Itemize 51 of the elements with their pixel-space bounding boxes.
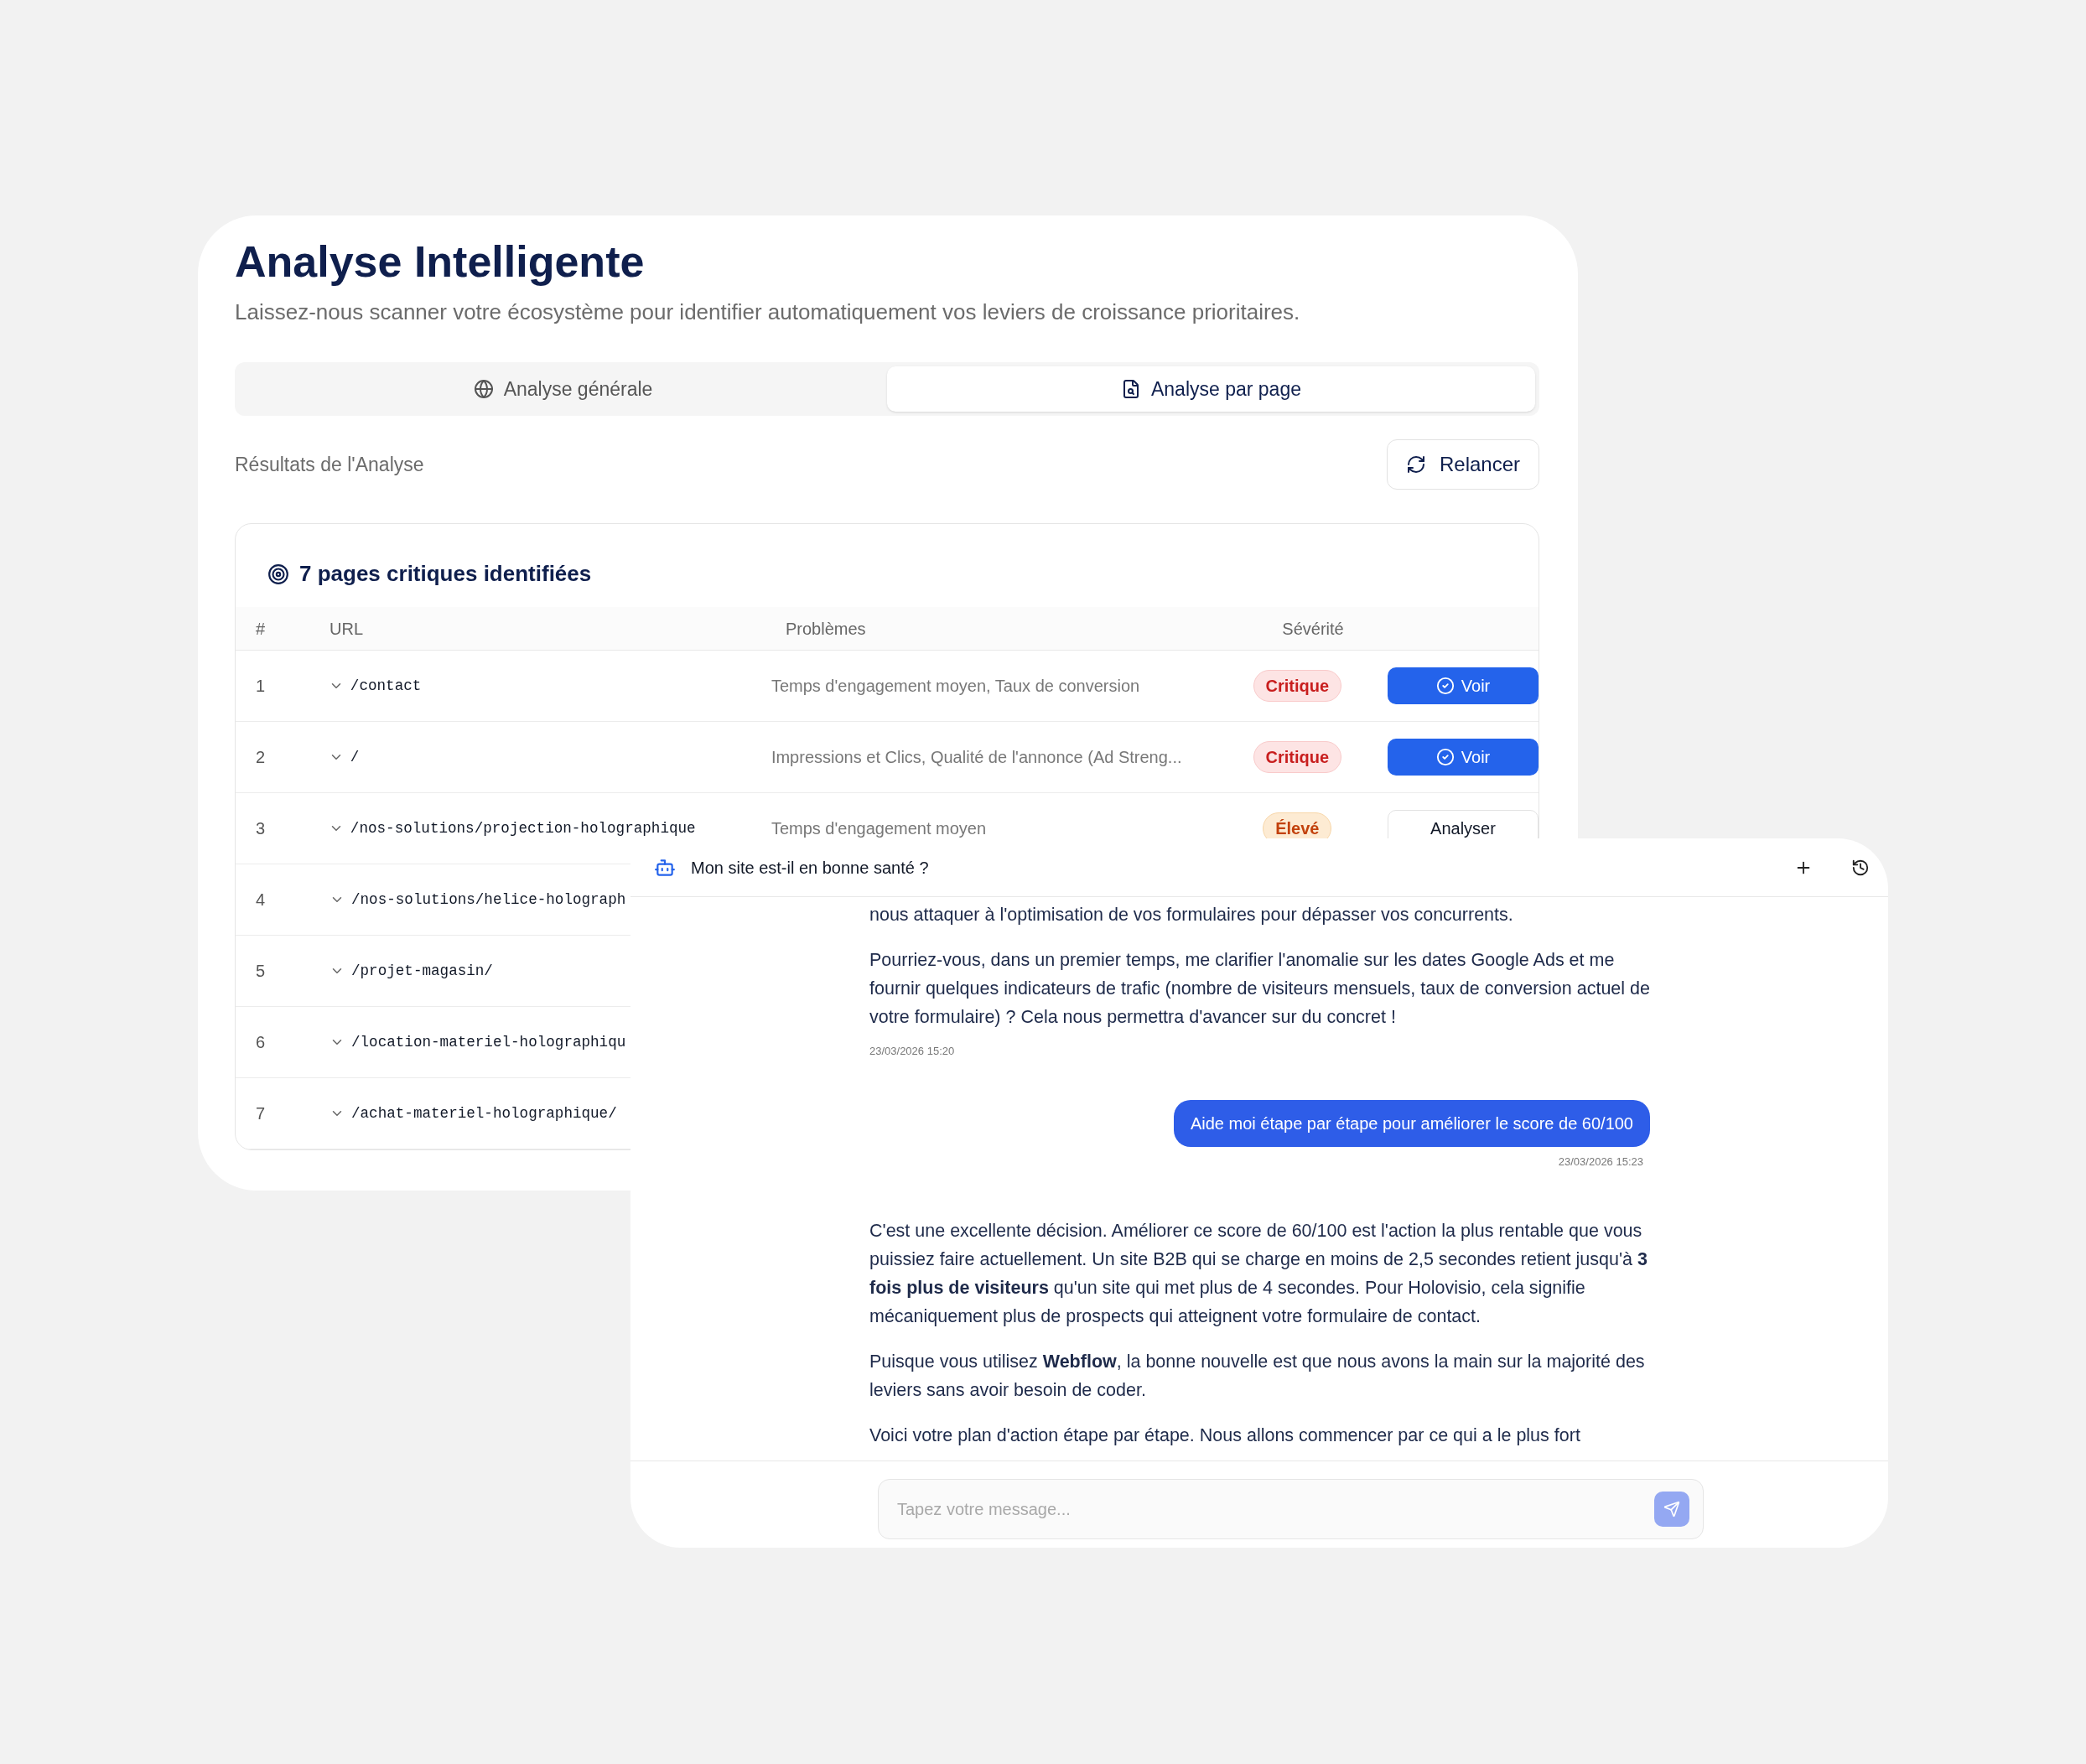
problems-text: Temps d'engagement moyen bbox=[770, 818, 988, 839]
refresh-icon bbox=[1405, 454, 1426, 475]
target-icon bbox=[267, 563, 289, 585]
send-icon bbox=[1663, 1501, 1680, 1518]
assistant-message: Pourriez-vous, dans un premier temps, me clarifier l'anomalie sur les dates Google Ads et me fournir quelques indicateurs de trafic (nombre de visiteurs mensuels, taux de conversion actuel de votre formulaire) ? Cela nous permettra d'avancer sur du concret ! bbox=[869, 949, 1650, 1029]
assistant-message: Voici votre plan d'action étape par étape. Nous allons commencer par ce qui a le plus fort bbox=[869, 1424, 1581, 1447]
chat-title: Mon site est-il en bonne santé ? bbox=[691, 857, 930, 879]
column-header: URL bbox=[329, 618, 364, 640]
page-title: Analyse Intelligente bbox=[235, 236, 646, 288]
page-url: / bbox=[350, 747, 360, 767]
view-button[interactable]: Voir bbox=[1388, 667, 1539, 704]
rerun-button[interactable]: Relancer bbox=[1386, 439, 1539, 490]
row-number: 7 bbox=[255, 1103, 267, 1124]
page-url: /location-materiel-holographiqu bbox=[351, 1032, 626, 1052]
row-number: 6 bbox=[255, 1032, 267, 1053]
page-url: /projet-magasin/ bbox=[351, 961, 493, 981]
check-circle-icon bbox=[1435, 677, 1455, 695]
view-button[interactable]: Voir bbox=[1388, 739, 1539, 776]
card-heading: 7 pages critiques identifiées bbox=[299, 560, 592, 588]
user-message: Aide moi étape par étape pour améliorer le score de 60/100 bbox=[1173, 1099, 1650, 1147]
page-subtitle: Laissez-nous scanner votre écosystème pour identifier automatiquement vos leviers de croissance prioritaires. bbox=[235, 298, 1301, 326]
message-time: 23/03/2026 15:20 bbox=[869, 1044, 956, 1059]
page-url: /contact bbox=[350, 676, 422, 696]
column-header: Problèmes bbox=[785, 618, 867, 640]
tab[interactable]: Analyse par page bbox=[887, 366, 1535, 412]
message-field[interactable]: Tapez votre message... bbox=[897, 1497, 1654, 1522]
page-url: /nos-solutions/helice-holograph bbox=[351, 890, 626, 910]
history-icon[interactable] bbox=[1851, 858, 1870, 877]
row-number: 3 bbox=[255, 818, 267, 839]
column-header: # bbox=[255, 618, 267, 640]
row-number: 5 bbox=[255, 961, 267, 982]
tab[interactable]: Analyse générale bbox=[239, 366, 887, 412]
problems-text: Temps d'engagement moyen, Taux de conversion bbox=[770, 676, 1141, 697]
page-url: /nos-solutions/projection-holographique bbox=[350, 818, 696, 838]
check-circle-icon bbox=[1435, 748, 1455, 766]
message-time: 23/03/2026 15:23 bbox=[1558, 1154, 1643, 1170]
assistant-message: C'est une excellente décision. Améliorer ce score de 60/100 est l'action la plus rentable que vous puissiez faire actuellement. Un site B2B qui se charge en moins de 2,5 secondes retient jusqu'à 3 fois plus de visiteurs qu'un site qui met plus de 4 secondes. Pour Holovisio, cela signifie mécaniquement plus de prospects qui atteignent votre formulaire de contact. bbox=[869, 1220, 1648, 1328]
severity-badge: Critique bbox=[1253, 741, 1342, 773]
row-number: 2 bbox=[255, 747, 267, 768]
severity-badge: Critique bbox=[1253, 670, 1342, 702]
assistant-message: nous attaquer à l'optimisation de vos formulaires pour dépasser vos concurrents. bbox=[869, 904, 1514, 926]
globe-icon bbox=[473, 379, 494, 399]
file-icon bbox=[1121, 379, 1141, 399]
problems-text: Impressions et Clics, Qualité de l'annonce (Ad Streng... bbox=[770, 747, 1183, 768]
row-number: 1 bbox=[255, 676, 267, 697]
message-box[interactable]: Tapez votre message... bbox=[878, 1479, 1704, 1539]
results-label: Résultats de l'Analyse bbox=[235, 452, 424, 477]
page-url: /achat-materiel-holographique/ bbox=[351, 1103, 617, 1123]
column-header: Sévérité bbox=[1281, 618, 1345, 640]
assistant-message: Puisque vous utilisez Webflow, la bonne nouvelle est que nous avons la main sur la majorité des leviers sans avoir besoin de coder. bbox=[869, 1351, 1646, 1402]
row-number: 4 bbox=[255, 890, 267, 911]
